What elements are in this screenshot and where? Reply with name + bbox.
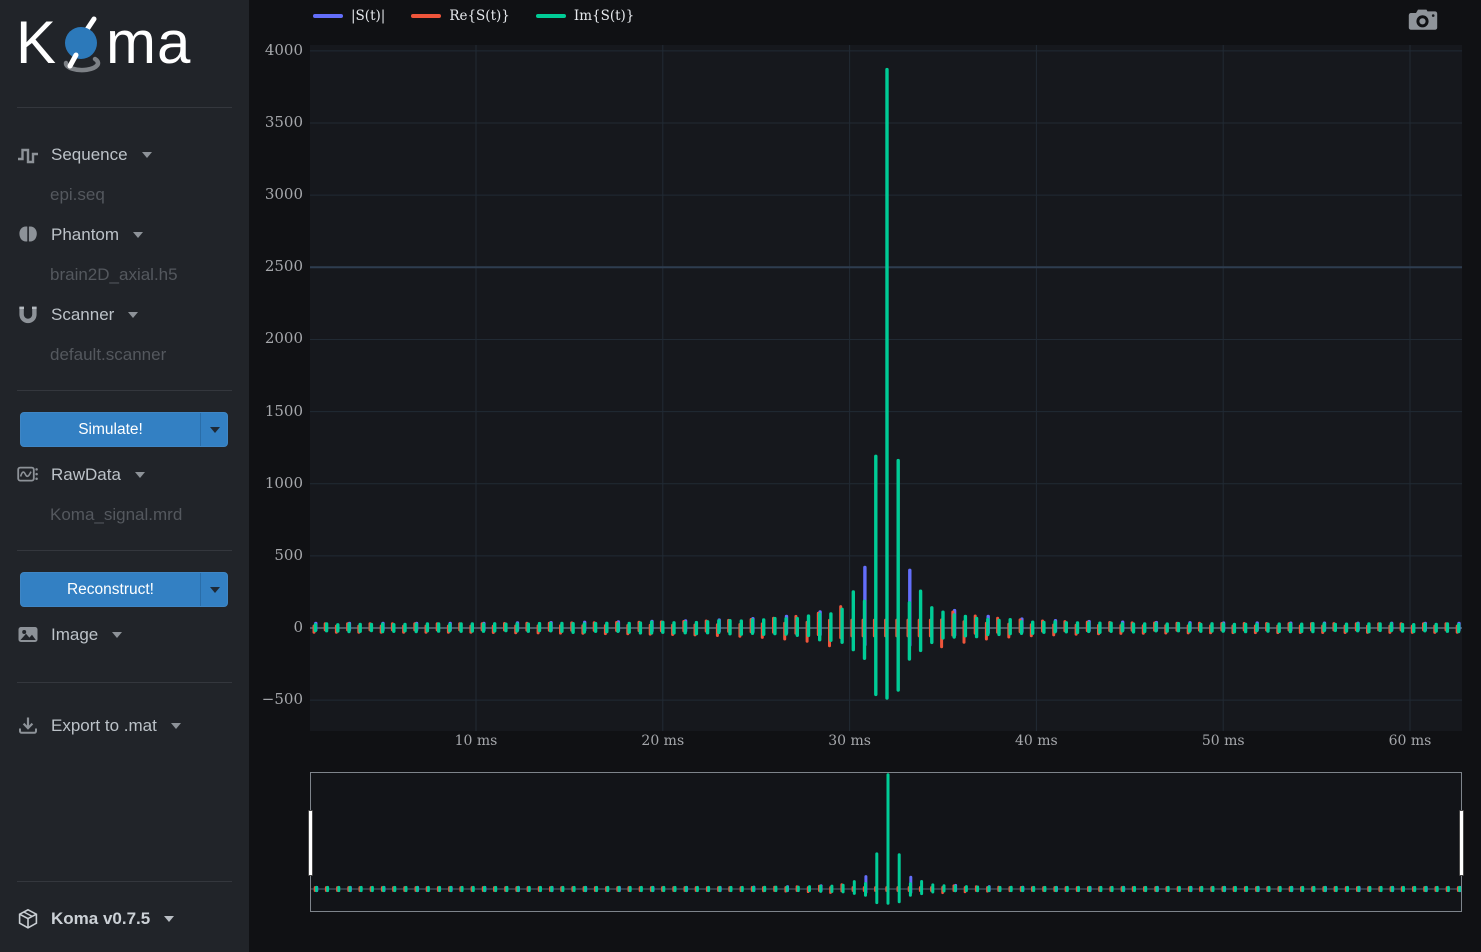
chevron-down-icon (164, 916, 174, 922)
legend-item-re[interactable]: Re{S(t)} (411, 8, 510, 24)
legend-item-im[interactable]: Im{S(t)} (536, 8, 635, 24)
legend-item-abs[interactable]: |S(t)| (313, 8, 385, 24)
simulate-dropdown-button[interactable] (200, 413, 227, 446)
legend-line-re (411, 14, 441, 18)
divider (17, 881, 232, 882)
rawdata-file-koma-signal[interactable]: Koma_signal.mrd (0, 495, 249, 535)
legend-line-im (536, 14, 566, 18)
koma-ui-window: K ma Sequence epi.seq Phantom (0, 0, 1481, 952)
pulse-icon (17, 144, 39, 166)
download-plot-camera-button[interactable] (1405, 6, 1441, 36)
chevron-down-icon (210, 587, 220, 593)
reconstruct-button-group: Reconstruct! (20, 572, 228, 607)
image-icon (17, 624, 39, 646)
legend-line-abs (313, 14, 343, 18)
y-tick-label: 2000 (249, 329, 303, 347)
range-slider-right-handle[interactable] (1459, 810, 1464, 876)
legend-label-abs: |S(t)| (351, 8, 385, 24)
globe-icon (59, 16, 105, 74)
y-tick-label: 3500 (249, 113, 303, 131)
simulate-button-group: Simulate! (20, 412, 228, 447)
image-label: Image (51, 625, 98, 645)
y-tick-label: 1500 (249, 402, 303, 420)
divider (17, 682, 232, 683)
phantom-label: Phantom (51, 225, 119, 245)
export-label: Export to .mat (51, 716, 157, 736)
range-slider-mini-plot (311, 773, 1461, 911)
y-tick-label: 2500 (249, 257, 303, 275)
x-tick-label: 60 ms (1365, 733, 1455, 749)
package-icon (17, 908, 39, 930)
x-tick-label: 50 ms (1178, 733, 1268, 749)
rawdata-signal-icon (17, 464, 39, 486)
sequence-file-epi-seq[interactable]: epi.seq (0, 175, 249, 215)
signal-plot-area[interactable] (310, 45, 1462, 731)
range-slider-left-handle[interactable] (308, 810, 313, 876)
x-axis-tick-labels: 10 ms 20 ms 30 ms 40 ms 50 ms 60 ms (249, 733, 1481, 759)
reconstruct-dropdown-button[interactable] (200, 573, 227, 606)
y-tick-label: 500 (249, 546, 303, 564)
sidebar-item-image[interactable]: Image (0, 615, 249, 655)
reconstruct-button[interactable]: Reconstruct! (21, 573, 200, 606)
plot-legend: |S(t)| Re{S(t)} Im{S(t)} (313, 8, 634, 24)
chevron-down-icon (171, 723, 181, 729)
x-tick-label: 40 ms (991, 733, 1081, 749)
chevron-down-icon (210, 427, 220, 433)
plot-panel: |S(t)| Re{S(t)} Im{S(t)} 4000 3500 3000 250… (249, 0, 1481, 952)
download-icon (17, 715, 39, 737)
signal-plot-svg (310, 45, 1462, 731)
x-tick-label: 20 ms (618, 733, 708, 749)
sidebar-item-sequence[interactable]: Sequence (0, 135, 249, 175)
rawdata-label: RawData (51, 465, 121, 485)
sidebar-item-phantom[interactable]: Phantom (0, 215, 249, 255)
sequence-label: Sequence (51, 145, 128, 165)
camera-icon (1407, 7, 1439, 33)
y-tick-label: −500 (249, 690, 303, 708)
divider (17, 390, 232, 391)
y-axis-tick-labels: 40003500300025002000150010005000−500 (249, 45, 306, 731)
scanner-file-default[interactable]: default.scanner (0, 335, 249, 375)
range-slider[interactable] (310, 772, 1462, 912)
divider (17, 107, 232, 108)
chevron-down-icon (128, 312, 138, 318)
x-tick-label: 30 ms (805, 733, 895, 749)
y-tick-label: 4000 (249, 41, 303, 59)
divider (17, 550, 232, 551)
chevron-down-icon (135, 472, 145, 478)
version-menu[interactable]: Koma v0.7.5 (0, 899, 249, 939)
sidebar: K ma Sequence epi.seq Phantom (0, 0, 249, 952)
legend-label-im: Im{S(t)} (574, 8, 635, 24)
koma-logo: K ma (16, 10, 191, 76)
phantom-file-brain2d-axial[interactable]: brain2D_axial.h5 (0, 255, 249, 295)
legend-label-re: Re{S(t)} (449, 8, 510, 24)
magnet-icon (17, 304, 39, 326)
simulate-button[interactable]: Simulate! (21, 413, 200, 446)
chevron-down-icon (133, 232, 143, 238)
brain-icon (17, 224, 39, 246)
version-label: Koma v0.7.5 (51, 909, 150, 929)
y-tick-label: 3000 (249, 185, 303, 203)
x-tick-label: 10 ms (431, 733, 521, 749)
sidebar-item-rawdata[interactable]: RawData (0, 455, 249, 495)
chevron-down-icon (142, 152, 152, 158)
scanner-label: Scanner (51, 305, 114, 325)
chevron-down-icon (112, 632, 122, 638)
y-tick-label: 0 (249, 618, 303, 636)
logo-text-k: K (16, 10, 57, 76)
sidebar-item-export-mat[interactable]: Export to .mat (0, 706, 249, 746)
logo-text-ma: ma (106, 10, 191, 76)
sidebar-item-scanner[interactable]: Scanner (0, 295, 249, 335)
y-tick-label: 1000 (249, 474, 303, 492)
